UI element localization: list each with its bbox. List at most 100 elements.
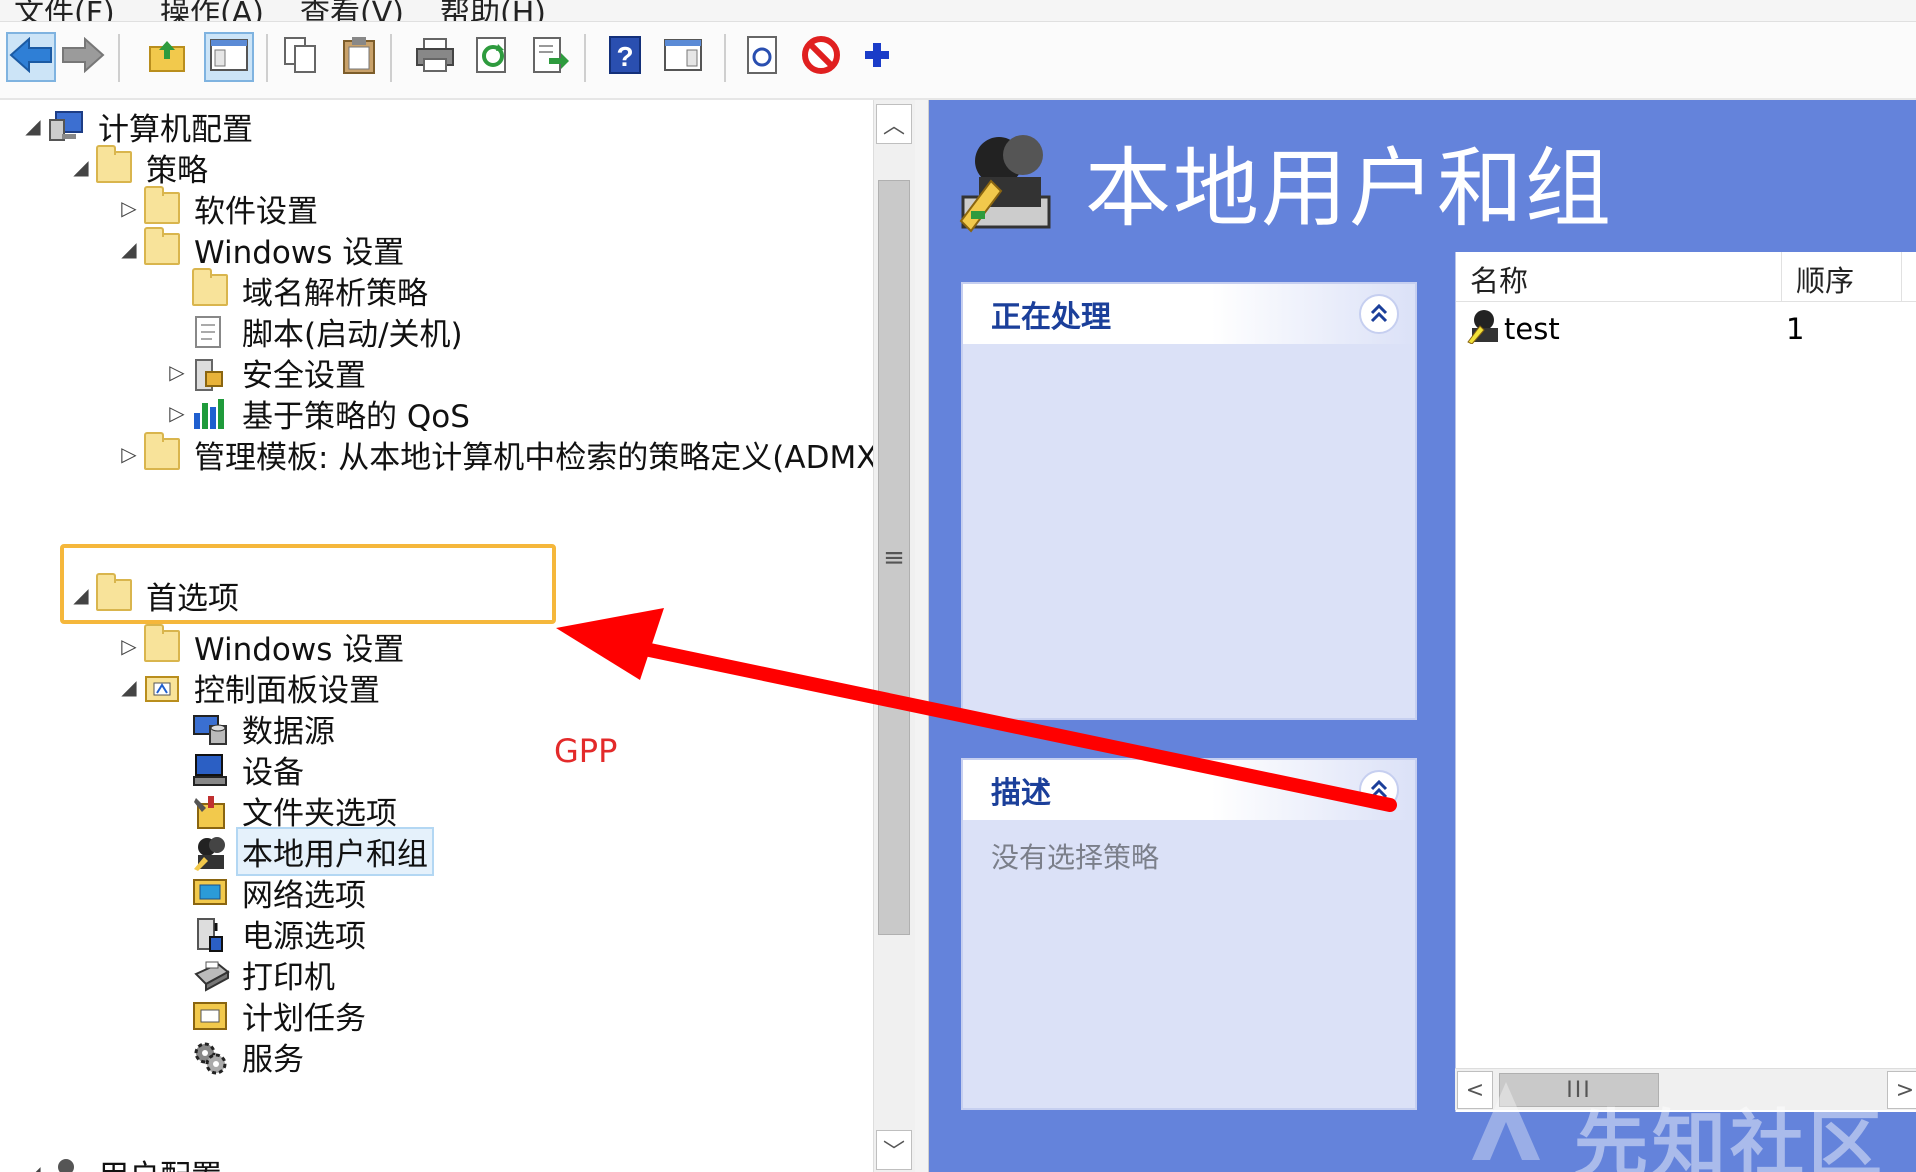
- scroll-thumb[interactable]: ≡: [878, 180, 910, 935]
- chevron-right-icon: >: [1895, 1077, 1915, 1103]
- description-panel-header: 描述: [963, 760, 1415, 820]
- computer-icon: [48, 110, 84, 142]
- tree-node-local-users-groups[interactable]: 本地用户和组: [162, 826, 434, 876]
- expand-arrow-icon[interactable]: ▷: [114, 634, 144, 658]
- tree-node-label: 打印机: [242, 959, 335, 996]
- tree-node-services[interactable]: 服务: [162, 1033, 308, 1079]
- help-button[interactable]: ?: [600, 32, 650, 82]
- refresh-button[interactable]: [468, 32, 518, 82]
- tree-node-name-resolution-policy[interactable]: 域名解析策略: [162, 267, 432, 313]
- tree-node-user-config[interactable]: ◢ 用户配置: [18, 1150, 226, 1172]
- tree-node-label: 域名解析策略: [242, 275, 428, 312]
- column-header-name[interactable]: 名称: [1456, 252, 1782, 302]
- back-button[interactable]: [6, 32, 56, 82]
- properties-icon: [745, 35, 781, 79]
- chevron-down-icon: ﹀: [882, 1140, 905, 1165]
- collapse-arrow-icon[interactable]: ◢: [114, 237, 144, 261]
- users-groups-icon: [192, 835, 228, 871]
- collapse-chevron-icon[interactable]: [1359, 770, 1399, 810]
- tree-node-folder-options[interactable]: 文件夹选项: [162, 787, 401, 833]
- expand-arrow-icon[interactable]: ▷: [162, 360, 192, 384]
- menu-view[interactable]: 查看(V): [300, 0, 404, 21]
- control-panel-icon: [144, 671, 180, 703]
- action-pane-button[interactable]: [658, 32, 708, 82]
- expand-arrow-icon[interactable]: ▷: [114, 442, 144, 466]
- menu-help[interactable]: 帮助(H): [440, 0, 546, 21]
- plus-icon: [862, 40, 892, 74]
- tree-node-scheduled-tasks[interactable]: 计划任务: [162, 992, 370, 1038]
- tree-node-software-settings[interactable]: ▷ 软件设置: [114, 185, 322, 231]
- folder-up-icon: [147, 37, 187, 77]
- tree-vertical-scrollbar[interactable]: ︿ ≡ ﹀: [873, 100, 915, 1172]
- scroll-right-button[interactable]: >: [1887, 1071, 1916, 1109]
- tree-node-pref-windows-settings[interactable]: ▷ Windows 设置: [114, 623, 408, 669]
- pane-splitter[interactable]: [915, 100, 929, 1172]
- collapse-arrow-icon[interactable]: ◢: [18, 1161, 48, 1172]
- tree-node-label: 设备: [242, 754, 304, 791]
- scroll-up-button[interactable]: ︿: [876, 104, 912, 144]
- data-source-icon: [192, 712, 228, 745]
- processing-panel-title: 正在处理: [991, 300, 1111, 335]
- processing-panel-header: 正在处理: [963, 284, 1415, 344]
- tree-node-printers[interactable]: 打印机: [162, 951, 339, 997]
- tree-node-data-sources[interactable]: 数据源: [162, 705, 339, 751]
- folder-icon: [144, 227, 180, 265]
- collapse-arrow-icon[interactable]: ◢: [18, 114, 48, 138]
- stop-button[interactable]: [796, 32, 846, 82]
- tree-node-label: 数据源: [242, 713, 335, 750]
- services-gear-icon: [192, 1040, 228, 1075]
- tree-node-computer-config[interactable]: ◢ 计算机配置: [18, 103, 257, 149]
- menu-action[interactable]: 操作(A): [160, 0, 264, 21]
- tree-node-network-options[interactable]: 网络选项: [162, 869, 370, 915]
- tree-node-windows-settings[interactable]: ◢ Windows 设置: [114, 226, 408, 272]
- description-panel: 描述 没有选择策略: [961, 758, 1417, 1110]
- qos-chart-icon: [192, 397, 228, 429]
- tree-node-scripts[interactable]: 脚本(启动/关机): [162, 308, 467, 354]
- back-arrow-icon: [9, 36, 53, 77]
- folder-icon: [96, 145, 132, 183]
- svg-text:?: ?: [616, 41, 633, 72]
- tree-node-label: 基于策略的 QoS: [242, 398, 470, 435]
- menu-file[interactable]: 文件(F): [14, 0, 115, 21]
- print-button[interactable]: [410, 32, 460, 82]
- tree-node-control-panel-settings[interactable]: ◢ 控制面板设置: [114, 664, 384, 710]
- toolbar-separator: [390, 34, 392, 82]
- list-item[interactable]: test 1: [1456, 306, 1916, 352]
- tree-node-label: 控制面板设置: [194, 672, 380, 709]
- column-header-order[interactable]: 顺序: [1782, 252, 1902, 302]
- folder-icon: [144, 624, 180, 662]
- export-list-button[interactable]: [526, 32, 576, 82]
- tree-node-label: 服务: [242, 1041, 304, 1078]
- forward-button[interactable]: [58, 32, 108, 82]
- tree-node-admin-templates[interactable]: ▷ 管理模板: 从本地计算机中检索的策略定义(ADMX: [114, 431, 873, 477]
- user-config-icon: [48, 1157, 84, 1172]
- tree-node-power-options[interactable]: 电源选项: [162, 910, 370, 956]
- chevron-up-icon: ︿: [882, 114, 905, 139]
- paste-button[interactable]: [334, 32, 384, 82]
- toolbar-separator: [266, 34, 268, 82]
- collapse-arrow-icon[interactable]: ◢: [66, 155, 96, 179]
- description-text: 没有选择策略: [991, 841, 1160, 874]
- tree-node-policies[interactable]: ◢ 策略: [66, 144, 212, 190]
- toolbar-separator: [118, 34, 120, 82]
- scroll-down-button[interactable]: ﹀: [876, 1130, 912, 1170]
- collapse-arrow-icon[interactable]: ◢: [114, 675, 144, 699]
- script-icon: [192, 315, 228, 348]
- menu-bar: 文件(F) 操作(A) 查看(V) 帮助(H): [0, 0, 1916, 22]
- tree-node-label: 管理模板: 从本地计算机中检索的策略定义(ADMX: [194, 439, 873, 476]
- expand-arrow-icon[interactable]: ▷: [162, 401, 192, 425]
- show-hide-console-tree-button[interactable]: [204, 32, 254, 82]
- tree-node-policy-qos[interactable]: ▷ 基于策略的 QoS: [162, 390, 474, 436]
- expand-arrow-icon[interactable]: ▷: [114, 196, 144, 220]
- collapse-chevron-icon[interactable]: [1359, 294, 1399, 334]
- power-icon: [192, 917, 228, 952]
- tree-node-label: 文件夹选项: [242, 795, 397, 832]
- tree-node-devices[interactable]: 设备: [162, 746, 308, 792]
- tree-node-label: 计算机配置: [98, 111, 253, 148]
- up-one-level-button[interactable]: [142, 32, 192, 82]
- properties-button[interactable]: [738, 32, 788, 82]
- copy-button[interactable]: [276, 32, 326, 82]
- toolbar-separator: [584, 34, 586, 82]
- tree-node-security-settings[interactable]: ▷ 安全设置: [162, 349, 370, 395]
- add-button[interactable]: [852, 32, 902, 82]
